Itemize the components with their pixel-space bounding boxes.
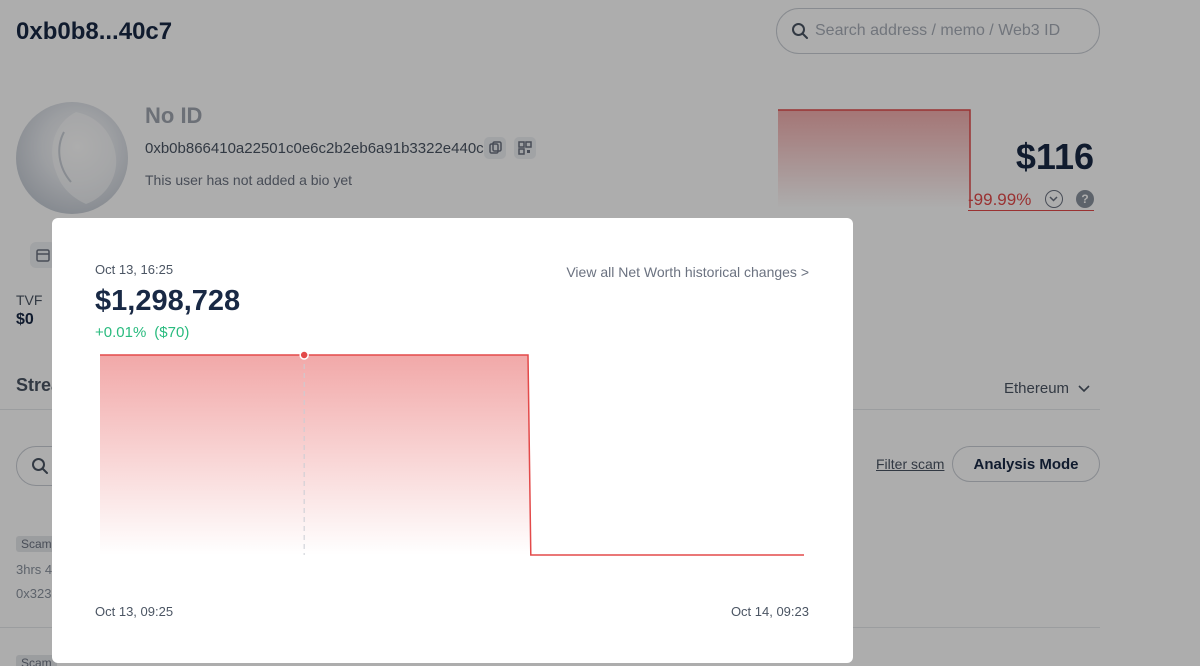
chart-area-fill bbox=[100, 355, 804, 555]
hover-value: $1,298,728 bbox=[95, 285, 241, 317]
hover-date: Oct 13, 16:25 bbox=[95, 262, 174, 277]
view-all-history-link[interactable]: View all Net Worth historical changes > bbox=[566, 264, 809, 280]
networth-history-modal: Oct 13, 16:25 View all Net Worth histori… bbox=[52, 218, 853, 663]
chart-start-label: Oct 13, 09:25 bbox=[95, 604, 174, 619]
networth-history-chart[interactable] bbox=[52, 338, 853, 578]
chart-hover-point bbox=[299, 350, 309, 360]
chart-end-label: Oct 14, 09:23 bbox=[730, 604, 809, 619]
